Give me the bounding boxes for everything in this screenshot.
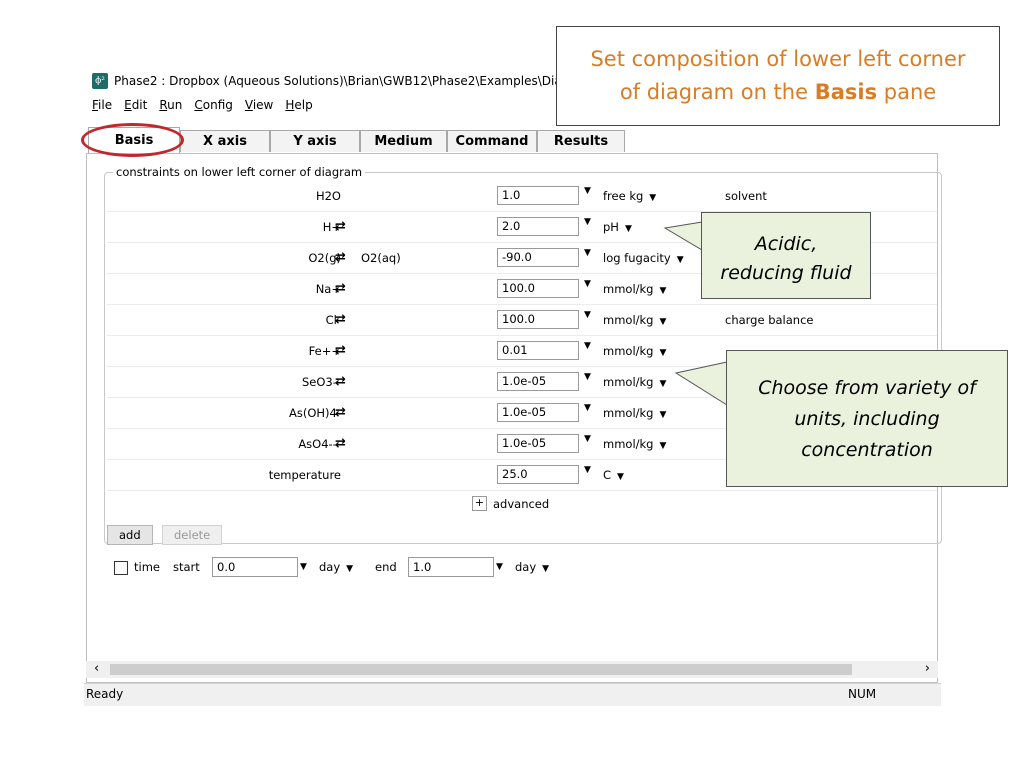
tab-x-axis[interactable]: X axis — [180, 130, 270, 152]
tab-medium[interactable]: Medium — [360, 130, 447, 152]
slide-title-box: Set composition of lower left corner of … — [556, 26, 1000, 126]
tab-bar: Basis X axis Y axis Medium Command Resul… — [88, 127, 625, 154]
title-emphasis: Basis — [814, 80, 878, 104]
tab-y-axis[interactable]: Y axis — [270, 130, 360, 152]
tab-command[interactable]: Command — [447, 130, 537, 152]
units-callout: Choose from variety of units, including … — [726, 350, 1008, 487]
tab-basis[interactable]: Basis — [88, 127, 180, 153]
units-callout-line: Choose from variety of — [758, 377, 976, 399]
acidic-callout-line: reducing fluid — [720, 262, 852, 284]
tab-results[interactable]: Results — [537, 130, 625, 152]
units-callout-line: concentration — [801, 439, 933, 461]
acidic-callout-line: Acidic, — [754, 233, 818, 255]
units-callout-line: units, including — [794, 408, 940, 430]
acidic-callout: Acidic, reducing fluid — [701, 212, 871, 299]
title-line-1: Set composition of lower left corner — [590, 47, 966, 71]
title-line-2: of diagram on the Basis pane — [619, 80, 937, 104]
